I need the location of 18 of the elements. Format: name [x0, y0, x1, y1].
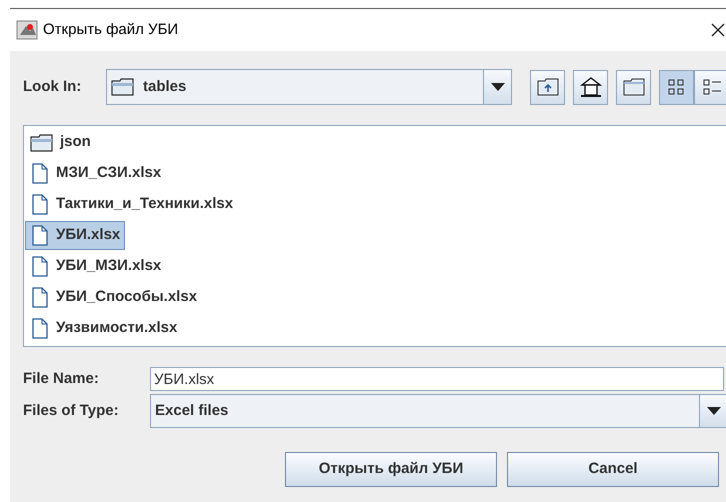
- window-title: Открыть файл УБИ: [43, 20, 178, 40]
- file-list-item[interactable]: УБИ.xlsx: [25, 221, 126, 250]
- file-list-item[interactable]: json: [25, 128, 96, 157]
- file-list-item[interactable]: МЗИ_СЗИ.xlsx: [25, 159, 166, 188]
- look-in-dropdown[interactable]: tables: [106, 69, 512, 105]
- file-list-item[interactable]: УБИ_Способы.xlsx: [25, 283, 202, 312]
- file-name-field[interactable]: УБИ.xlsx: [150, 367, 724, 391]
- file-type-value: Excel files: [154, 400, 230, 421]
- cancel-button[interactable]: Cancel: [507, 452, 719, 487]
- file-list-item[interactable]: УБИ_МЗИ.xlsx: [25, 252, 166, 281]
- file-list-item[interactable]: Тактики_и_Техники.xlsx: [25, 190, 238, 219]
- file-type-dropdown[interactable]: Excel files: [150, 394, 726, 428]
- look-in-value: tables: [143, 76, 186, 97]
- file-list-item[interactable]: Уязвимости.xlsx: [25, 314, 182, 343]
- look-in-label: Look In:: [23, 76, 82, 97]
- file-name-label: File Name:: [23, 368, 100, 389]
- files-of-type-label: Files of Type:: [23, 400, 120, 421]
- open-button[interactable]: Открыть файл УБИ: [285, 452, 497, 487]
